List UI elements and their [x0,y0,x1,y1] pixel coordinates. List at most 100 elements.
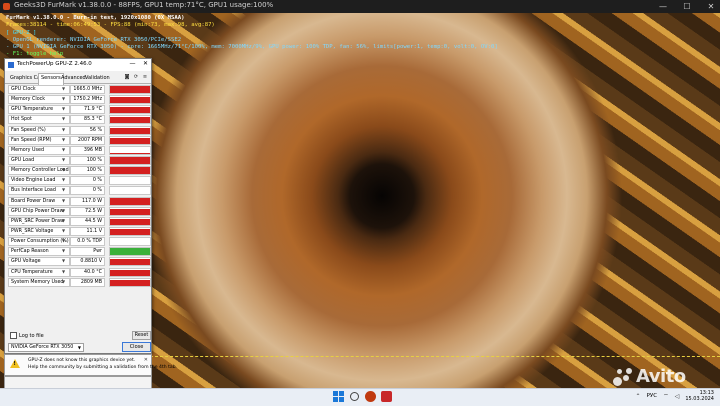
clock-date: 15.03.2024 [685,396,714,402]
menu-icon[interactable]: ≡ [142,74,148,80]
chevron-up-icon[interactable]: ⌃ [636,393,641,400]
sensor-row: Power Consumption (%)▼ 0.0 % TDP [8,236,150,246]
gpuz-notification: ! GPU-Z does not know this graphics devi… [4,354,152,376]
refresh-icon[interactable]: ⟳ [133,74,139,80]
start-icon[interactable] [333,391,344,402]
furmark-graph-line [150,356,720,357]
furmark-titlebar[interactable]: Geeks3D FurMark v1.38.0.0 - 88FPS, GPU1 … [0,0,720,13]
gpuz-window: TechPowerUp GPU-Z 2.46.0 — ✕ Graphics Ca… [4,58,152,354]
chevron-down-icon[interactable]: ▼ [62,238,65,243]
sensor-label[interactable]: GPU Clock [8,85,70,94]
sensor-value: 0.0 % TDP [70,237,105,246]
sensor-label[interactable]: GPU Temperature [8,105,70,114]
sensor-label[interactable]: Bus Interface Load [8,186,70,195]
sensor-graph [109,176,151,185]
sensor-label[interactable]: System Memory Used [8,278,70,287]
sensor-label[interactable]: Fan Speed (RPM) [8,136,70,145]
sensor-graph [109,115,151,124]
sensor-graph [109,197,151,206]
sensor-graph-fill [110,153,150,154]
network-icon[interactable]: ⌔ [663,392,669,400]
gpuz-titlebar[interactable]: TechPowerUp GPU-Z 2.46.0 — ✕ [5,59,151,71]
chevron-down-icon[interactable]: ▼ [62,177,65,182]
log-to-file-checkbox[interactable] [10,332,17,339]
sensor-label[interactable]: Fan Speed (%) [8,126,70,135]
gpuz-taskbar-icon[interactable] [381,391,392,402]
clock[interactable]: 13:13 15.03.2024 [685,390,714,402]
sensor-graph [109,217,151,226]
sensor-graph-fill [110,209,150,215]
chevron-down-icon[interactable]: ▼ [62,228,65,233]
close-icon[interactable]: ✕ [144,357,148,363]
device-select[interactable]: NVIDIA GeForce RTX 3050 ▼ [8,343,84,352]
sensor-graph [109,207,151,216]
chevron-down-icon[interactable]: ▼ [62,147,65,152]
tab-validation[interactable]: Validation [83,74,112,82]
sensor-label[interactable]: Memory Used [8,146,70,155]
sensor-graph-fill [110,248,150,255]
sensor-list: GPU Clock▼1665.0 MHzMemory Clock▼1750.2 … [8,84,150,287]
sensor-label[interactable]: Memory Controller Load [8,166,70,175]
chevron-down-icon[interactable]: ▼ [62,96,65,101]
sensor-label[interactable]: GPU Chip Power Draw [8,207,70,216]
chevron-down-icon[interactable]: ▼ [62,187,65,192]
sensor-graph [109,247,151,256]
sensor-label[interactable]: Power Consumption (%) [8,237,70,246]
sensor-row: GPU Clock▼1665.0 MHz [8,84,150,94]
chevron-down-icon[interactable]: ▼ [62,248,65,253]
minimize-icon[interactable]: — [129,60,136,67]
gpuz-title: TechPowerUp GPU-Z 2.46.0 [17,61,92,67]
sensor-label[interactable]: Hot Spot [8,115,70,124]
sensor-row: Memory Clock▼ 1750.2 MHz [8,94,150,104]
sensor-label[interactable]: GPU Voltage [8,257,70,266]
chevron-down-icon[interactable]: ▼ [62,269,65,274]
chevron-down-icon[interactable]: ▼ [62,137,65,142]
sensor-row: Hot Spot▼85.3 °C [8,114,150,124]
language-indicator[interactable]: РУС [647,393,658,399]
sensor-label[interactable]: GPU Load [8,156,70,165]
search-icon[interactable] [349,391,360,402]
chevron-down-icon[interactable]: ▼ [62,218,65,223]
sensor-label[interactable]: PerfCap Reason [8,247,70,256]
sensor-value: 44.5 W [70,217,105,226]
close-button[interactable]: Close [122,342,151,352]
sensor-label[interactable]: Memory Clock [8,95,70,104]
sensor-row: Bus Interface Load▼ 0 % [8,185,150,195]
sensor-graph-fill [110,280,150,286]
chevron-down-icon[interactable]: ▼ [62,116,65,121]
chevron-down-icon[interactable]: ▼ [62,208,65,213]
sensor-label[interactable]: Video Engine Load [8,176,70,185]
camera-icon[interactable]: ◙ [124,74,130,80]
sensor-value: 56 % [70,126,105,135]
volume-icon[interactable]: ◁ [675,393,680,400]
chevron-down-icon[interactable]: ▼ [62,167,65,172]
sensor-graph [109,95,151,104]
furmark-taskbar-icon[interactable] [365,391,376,402]
chevron-down-icon[interactable]: ▼ [62,106,65,111]
minimize-icon[interactable]: — [658,2,668,11]
sensor-row: GPU Voltage▼0.8810 V [8,256,150,266]
sensor-value: 1750.2 MHz [70,95,105,104]
chevron-down-icon[interactable]: ▼ [62,279,65,284]
sensor-label[interactable]: CPU Temperature [8,268,70,277]
reset-button[interactable]: Reset [132,331,151,340]
sensor-label[interactable]: PWR_SRC Power Draw [8,217,70,226]
chevron-down-icon[interactable]: ▼ [62,258,65,263]
sensor-row: GPU Temperature▼71.9 °C [8,104,150,114]
chevron-down-icon[interactable]: ▼ [62,157,65,162]
close-icon[interactable]: ✕ [706,2,716,11]
maximize-icon[interactable]: ☐ [682,2,692,11]
sensor-graph-fill [110,229,150,235]
sensor-graph-fill [110,97,150,104]
sensor-value: 0 % [70,186,105,195]
gpuz-tabbar: Graphics Card Sensors Advanced Validatio… [5,73,151,84]
sensor-label[interactable]: PWR_SRC Voltage [8,227,70,236]
sensor-row: PWR_SRC Power Draw▼ 44.5 W [8,216,150,226]
sensor-label[interactable]: Board Power Draw [8,197,70,206]
sensor-value: 2809 MB [70,278,105,287]
close-icon[interactable]: ✕ [142,60,149,67]
chevron-down-icon[interactable]: ▼ [62,86,65,91]
sensor-graph-fill [110,138,150,144]
chevron-down-icon[interactable]: ▼ [62,127,65,132]
chevron-down-icon[interactable]: ▼ [62,198,65,203]
